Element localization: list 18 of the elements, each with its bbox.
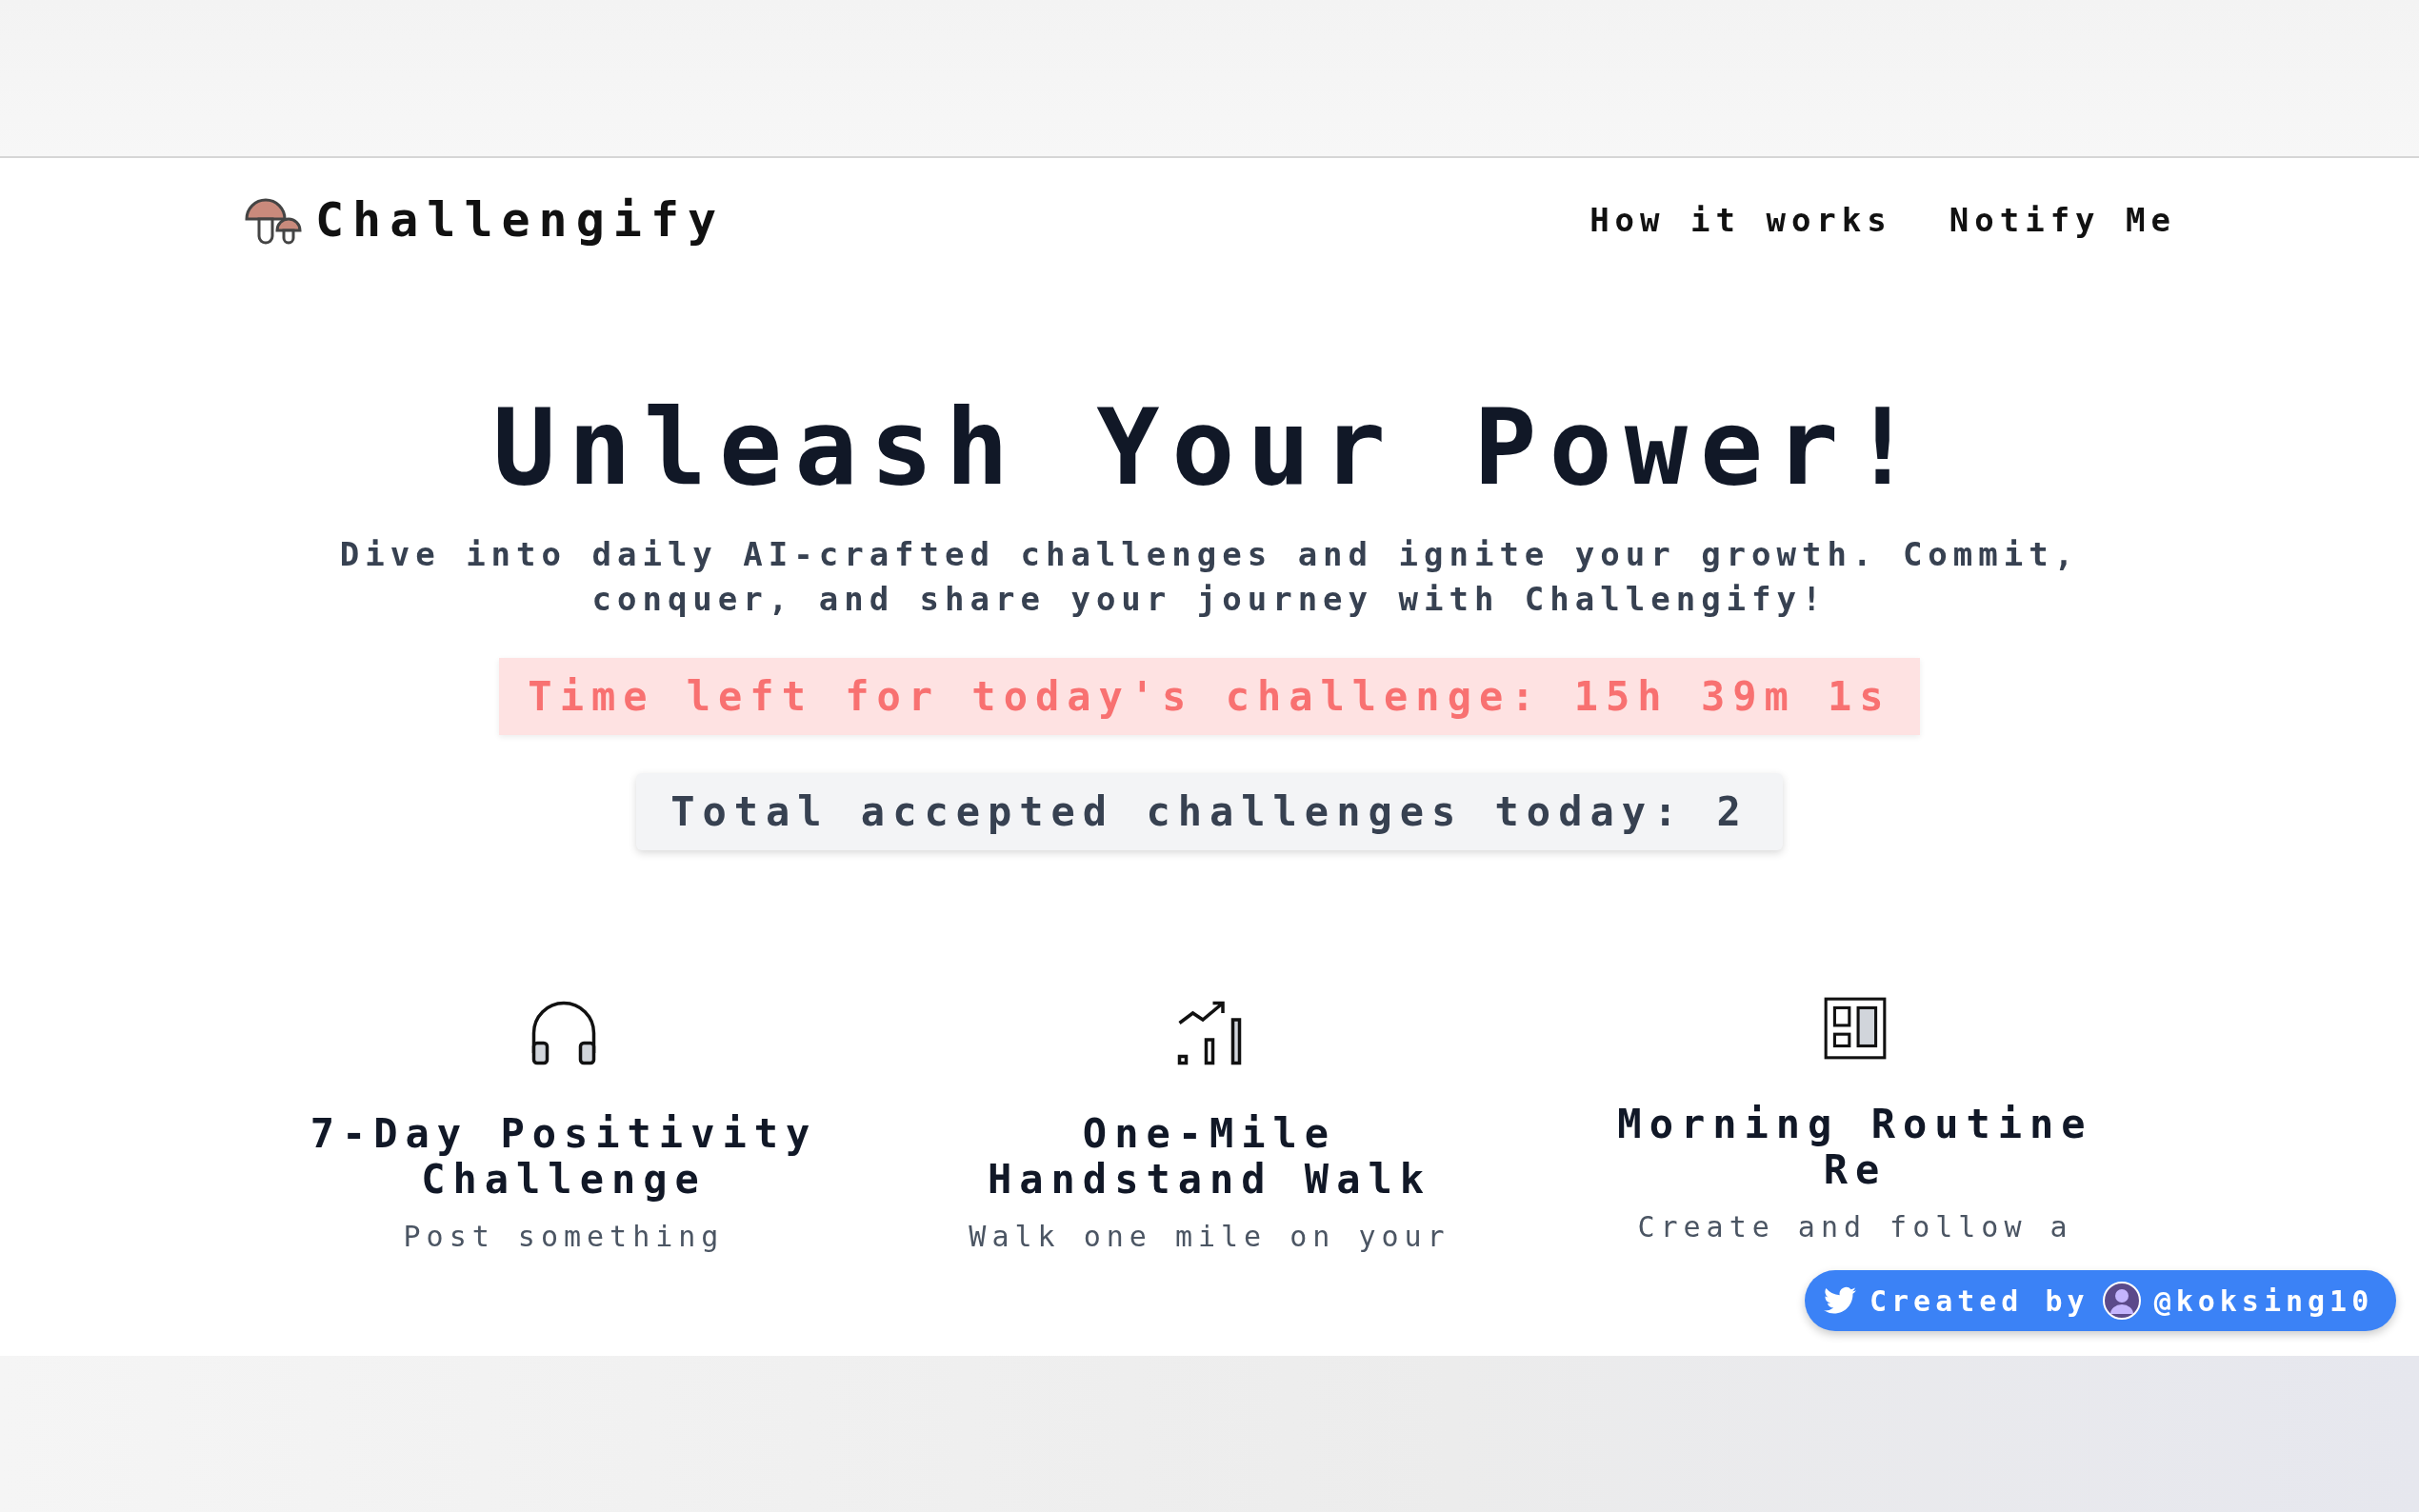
nav-link[interactable]: How it works [1589,201,1892,239]
hero-subtitle: Dive into daily AI-crafted challenges and ignite your growth. Commit, conquer, and share your journey with Challengify! [338,534,2081,620]
avatar-icon [2102,1282,2141,1320]
creator-badge[interactable]: Created by @koksing10 [1805,1270,2397,1331]
challenge-description: Create and follow a [1637,1210,2073,1243]
challenge-description: Post something [403,1220,725,1253]
countdown-banner: Time left for today's challenge: 15h 39m 1s [499,658,1920,735]
hero-title: Unleash Your Power! [492,390,1927,506]
total-challenges-banner: Total accepted challenges today: 2 [636,773,1783,850]
bird-icon [1824,1286,1856,1315]
nav-link[interactable]: Notify Me [1949,201,2176,239]
badge-handle: @koksing10 [2153,1283,2374,1318]
challenge-title: 7-Day Positivity Challenge [309,1111,819,1203]
brand-name: Challengify [315,192,726,248]
challenge-title: Morning Routine Re [1616,1102,2094,1193]
challenge-description: Walk one mile on your [969,1220,1450,1253]
badge-label: Created by [1869,1283,2089,1318]
challenge-title: One-Mile Handstand Walk [987,1111,1432,1203]
